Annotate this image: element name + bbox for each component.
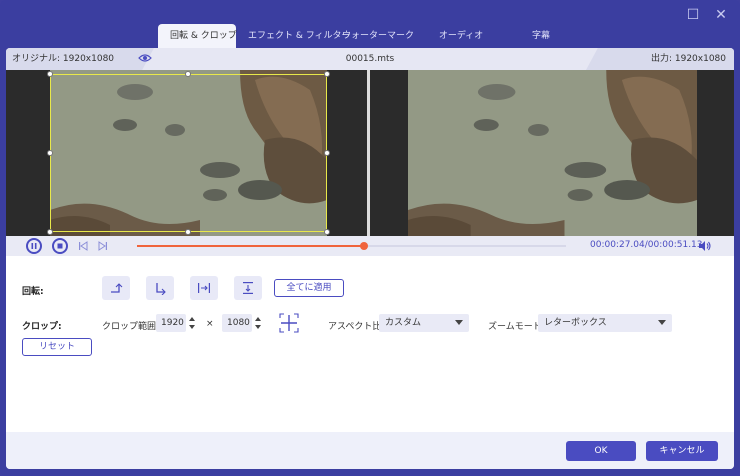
flip-vertical-button[interactable] xyxy=(234,276,262,300)
rotate-right-icon xyxy=(156,283,166,295)
tab-audio[interactable]: オーディオ xyxy=(424,24,498,48)
maximize-button[interactable]: ☐ xyxy=(684,6,702,24)
cancel-button[interactable]: キャンセル xyxy=(646,441,718,461)
flip-horizontal-icon xyxy=(198,283,210,293)
pause-icon xyxy=(31,243,37,249)
progress-slider[interactable] xyxy=(137,242,566,250)
rotate-left-icon xyxy=(111,283,123,293)
close-button[interactable]: ✕ xyxy=(712,6,730,24)
tab-bar: 回転 & クロップ エフェクト & フィルター ウォーターマーク オーディオ 字… xyxy=(158,24,584,48)
tab-rotate-crop[interactable]: 回転 & クロップ xyxy=(158,24,237,48)
previous-frame-icon[interactable] xyxy=(78,241,88,251)
crop-handle-bottom[interactable] xyxy=(185,229,191,235)
chevron-down-icon xyxy=(455,320,463,325)
apply-to-all-button[interactable]: 全てに適用 xyxy=(274,279,344,297)
tab-subtitles[interactable]: 字幕 xyxy=(498,24,584,48)
editor-window: ☐ ✕ 回転 & クロップ エフェクト & フィルター ウォーターマーク オーデ… xyxy=(0,0,740,476)
aspect-ratio-select[interactable]: カスタム xyxy=(379,314,469,332)
current-time: 00:00:27.04 xyxy=(590,240,645,250)
rotate-right-button[interactable] xyxy=(146,276,174,300)
preview-area xyxy=(6,70,734,236)
crop-handle-top[interactable] xyxy=(185,71,191,77)
zoom-mode-value: レターボックス xyxy=(544,318,607,328)
reset-button[interactable]: リセット xyxy=(22,338,92,356)
crop-frame[interactable] xyxy=(47,71,330,235)
rotate-left-button[interactable] xyxy=(102,276,130,300)
times-sign: × xyxy=(206,319,214,329)
crop-height-stepper[interactable] xyxy=(253,314,263,332)
volume-icon[interactable] xyxy=(698,240,712,252)
beach-rocks-image xyxy=(408,70,697,236)
progress-knob[interactable] xyxy=(360,242,369,250)
stop-icon xyxy=(57,243,63,249)
crop-handle-top-right[interactable] xyxy=(324,71,330,77)
output-resolution: 出力: 1920x1080 xyxy=(586,48,734,70)
chevron-down-icon xyxy=(658,320,666,325)
stop-button[interactable] xyxy=(52,238,68,254)
crop-width-input[interactable]: 1920 xyxy=(156,314,186,332)
zoom-mode-label: ズームモード: xyxy=(488,322,545,332)
output-video-frame xyxy=(408,70,697,236)
edit-controls: 回転: 全てに適用 クロップ: クロップ範囲: 1920 × 1080 アスペク… xyxy=(6,256,734,432)
time-display: 00:00:27.04/00:00:51.13 xyxy=(590,240,703,250)
flip-horizontal-button[interactable] xyxy=(190,276,218,300)
eye-icon[interactable] xyxy=(138,53,152,63)
zoom-mode-select[interactable]: レターボックス xyxy=(538,314,672,332)
dialog-footer: OK キャンセル xyxy=(6,432,734,469)
crop-handle-bottom-left[interactable] xyxy=(47,229,53,235)
tab-watermark[interactable]: ウォーターマーク xyxy=(330,24,424,48)
progress-fill xyxy=(137,245,365,247)
playback-bar: 00:00:27.04/00:00:51.13 xyxy=(6,236,734,256)
crop-height-input[interactable]: 1080 xyxy=(222,314,252,332)
next-frame-icon[interactable] xyxy=(98,241,108,251)
crop-range-label: クロップ範囲: xyxy=(102,322,160,332)
aspect-ratio-value: カスタム xyxy=(385,318,422,328)
crop-width-stepper[interactable] xyxy=(187,314,197,332)
aspect-ratio-label: アスペクト比: xyxy=(328,322,385,332)
preview-info-bar: 00015.mts オリジナル: 1920x1080 出力: 1920x1080 xyxy=(6,48,734,70)
flip-vertical-icon xyxy=(243,282,253,294)
crop-handle-left[interactable] xyxy=(47,150,53,156)
ok-button[interactable]: OK xyxy=(566,441,636,461)
original-resolution: オリジナル: 1920x1080 xyxy=(6,48,154,70)
rotate-label: 回転: xyxy=(22,287,44,297)
crop-handle-top-left[interactable] xyxy=(47,71,53,77)
total-time: /00:00:51.13 xyxy=(644,240,703,250)
crop-handle-right[interactable] xyxy=(324,150,330,156)
window-controls: ☐ ✕ xyxy=(684,6,730,24)
tab-effects-filters[interactable]: エフェクト & フィルター xyxy=(236,24,351,48)
pause-button[interactable] xyxy=(26,238,42,254)
crop-handle-bottom-right[interactable] xyxy=(324,229,330,235)
center-crop-icon[interactable] xyxy=(278,312,300,334)
rotate-crop-panel: 00015.mts オリジナル: 1920x1080 出力: 1920x1080 xyxy=(6,48,734,469)
crop-label: クロップ: xyxy=(22,322,62,332)
